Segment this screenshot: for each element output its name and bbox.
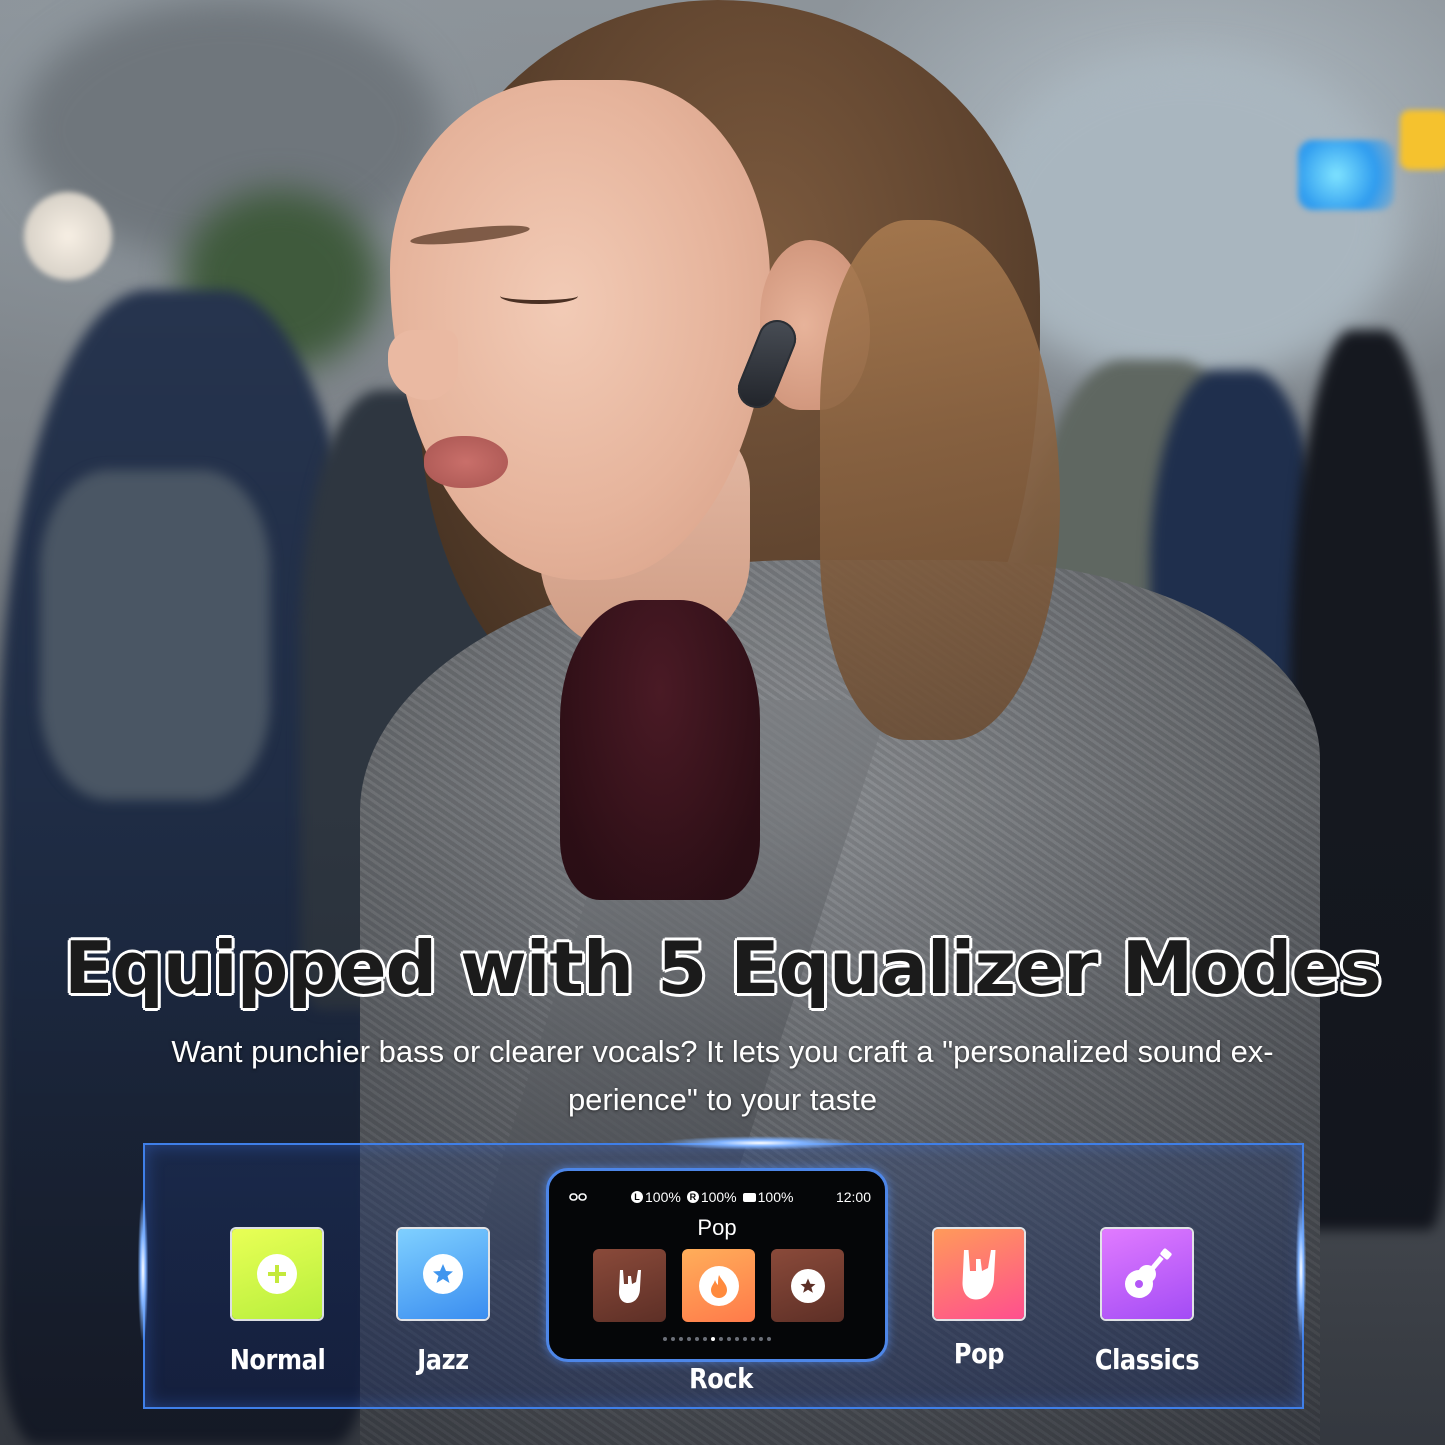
star-icon (790, 1268, 825, 1303)
jazz-tile[interactable] (398, 1229, 488, 1319)
classics-tile[interactable] (1102, 1229, 1192, 1319)
case-battery: 100% (757, 1189, 794, 1205)
subtitle-line-2: perience" to your taste (567, 1082, 878, 1117)
mode-classics[interactable]: Classics (1082, 1229, 1212, 1376)
mode-pop[interactable]: Pop (924, 1229, 1034, 1370)
device-tile-rock[interactable] (682, 1249, 755, 1322)
star-icon (423, 1254, 463, 1294)
page-dot (751, 1337, 755, 1341)
current-mode-title: Pop (697, 1215, 737, 1240)
page-dot (711, 1337, 715, 1341)
classics-label: Classics (1094, 1343, 1200, 1376)
page-dot (767, 1337, 771, 1341)
left-battery: 100% (645, 1189, 681, 1205)
case-battery-icon (742, 1192, 756, 1202)
pop-label: Pop (953, 1337, 1005, 1370)
page-dot (679, 1337, 683, 1341)
left-earbud-icon: L (631, 1191, 643, 1203)
right-battery: 100% (700, 1189, 737, 1205)
device-tile-pop[interactable] (593, 1249, 666, 1322)
earbud-screen-display: L 100% R 100% 100% 12:00 Pop (546, 1168, 888, 1362)
normal-tile[interactable] (232, 1229, 322, 1319)
page-dot (735, 1337, 739, 1341)
rock-label: Rock (689, 1362, 753, 1395)
page-dot (719, 1337, 723, 1341)
right-earbud-icon: R (686, 1191, 699, 1203)
jazz-label: Jazz (417, 1343, 469, 1376)
flame-icon (698, 1265, 739, 1306)
page-dot (695, 1337, 699, 1341)
page-dot (703, 1337, 707, 1341)
subtitle: Want punchier bass or clearer vocals? It… (120, 1028, 1325, 1124)
mode-normal[interactable]: Normal (222, 1229, 332, 1376)
device-tile-jazz[interactable] (771, 1249, 844, 1322)
mode-jazz[interactable]: Jazz (388, 1229, 498, 1376)
plus-icon (257, 1254, 297, 1294)
clock: 12:00 (835, 1189, 871, 1205)
normal-label: Normal (229, 1343, 326, 1376)
page-dot (759, 1337, 763, 1341)
status-bar: L 100% R 100% 100% 12:00 (569, 1187, 871, 1207)
subtitle-line-1: Want punchier bass or clearer vocals? It… (171, 1034, 1274, 1069)
rock-hand-icon (618, 1269, 641, 1303)
page-dot (727, 1337, 731, 1341)
page-dot (687, 1337, 691, 1341)
headline: Equipped with 5 Equalizer Modes (64, 926, 1382, 1010)
page-dot (743, 1337, 747, 1341)
page-dot (671, 1337, 675, 1341)
page-dot (663, 1337, 667, 1341)
rock-hand-icon (962, 1250, 996, 1300)
mode-rock[interactable]: Rock (646, 1362, 796, 1395)
pop-tile[interactable] (934, 1229, 1024, 1319)
page-indicator (549, 1337, 885, 1341)
guitar-icon (1125, 1248, 1172, 1298)
link-icon (569, 1192, 587, 1202)
